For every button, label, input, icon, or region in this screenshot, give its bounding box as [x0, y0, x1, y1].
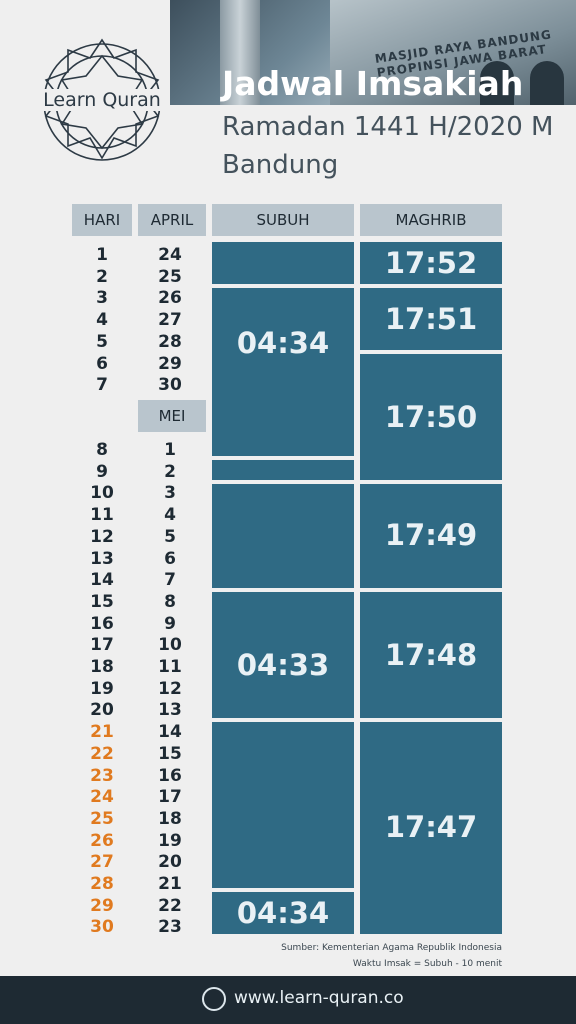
maghrib-block: 17:52: [360, 242, 502, 284]
date-number: 24: [158, 245, 182, 265]
date-number: 17: [158, 787, 182, 808]
hari-number: 10: [90, 483, 114, 504]
subuh-time: 04:34: [236, 896, 330, 930]
hari-number: 13: [90, 548, 114, 569]
date-number: 25: [158, 266, 182, 287]
date-number: 16: [158, 765, 182, 786]
website-link[interactable]: www.learn-quran.co: [234, 988, 404, 1008]
column-header-maghrib: MAGHRIB: [360, 204, 502, 236]
mosque-arch: [530, 61, 564, 105]
hari-number: 18: [90, 657, 114, 677]
hari-number: 12: [90, 526, 114, 547]
maghrib-block: 17:50: [360, 354, 502, 480]
hari-number: 3: [96, 288, 108, 309]
date-number: 4: [164, 505, 176, 526]
hari-number: 1: [96, 245, 108, 265]
date-number: 5: [164, 526, 176, 547]
subuh-block: 04:33: [212, 592, 354, 718]
hari-number: 7: [96, 375, 108, 396]
date-number: 3: [164, 483, 176, 504]
date-number: 29: [158, 353, 182, 374]
date-number: 15: [158, 743, 182, 764]
hari-number: 9: [96, 461, 108, 482]
hari-number: 17: [90, 635, 114, 656]
hari-number: 14: [90, 570, 114, 591]
hari-number: 8: [96, 440, 108, 460]
maghrib-time: 17:47: [384, 810, 478, 844]
subuh-block: 04:34: [212, 892, 354, 934]
maghrib-time: 17:51: [384, 302, 478, 336]
hari-number: 23: [90, 765, 114, 786]
date-number: 2: [164, 461, 176, 482]
subuh-time: 04:33: [236, 648, 330, 682]
maghrib-block: 17:51: [360, 288, 502, 350]
month-label-mei: MEI: [138, 400, 206, 432]
source-note: Sumber: Kementerian Agama Republik Indon…: [281, 940, 502, 972]
date-number: 19: [158, 830, 182, 851]
date-number: 26: [158, 288, 182, 309]
hari-number: 6: [96, 353, 108, 374]
source-text: Sumber: Kementerian Agama Republik Indon…: [281, 943, 502, 953]
hari-number: 27: [90, 852, 114, 873]
hari-number: 16: [90, 613, 114, 634]
hari-number: 11: [90, 505, 114, 526]
maghrib-time: 17:50: [384, 400, 478, 434]
date-number: 28: [158, 331, 182, 352]
date-number: 9: [164, 613, 176, 634]
subuh-block: [212, 484, 354, 588]
page-subtitle: Ramadan 1441 H/2020 M: [222, 112, 554, 142]
hari-number: 25: [90, 808, 114, 829]
subuh-block: 04:34: [212, 288, 354, 456]
hari-number: 30: [90, 917, 114, 938]
hari-number: 26: [90, 830, 114, 851]
date-number: 11: [158, 657, 182, 677]
logo-text: Learn Quran: [36, 89, 168, 111]
hari-number: 5: [96, 331, 108, 352]
maghrib-block: 17:49: [360, 484, 502, 588]
hari-number: 4: [96, 310, 108, 331]
hari-number: 22: [90, 743, 114, 764]
subuh-block: [212, 722, 354, 888]
date-number: 1: [164, 440, 176, 460]
column-header-hari: HARI: [72, 204, 132, 236]
subuh-block: [212, 460, 354, 480]
date-number: 7: [164, 570, 176, 591]
date-number: 22: [158, 895, 182, 916]
globe-icon: [202, 987, 226, 1011]
hari-number: 28: [90, 874, 114, 894]
hari-number: 20: [90, 700, 114, 721]
date-number: 14: [158, 722, 182, 743]
page-title: Jadwal Imsakiah: [222, 64, 524, 103]
hari-number: 24: [90, 787, 114, 808]
date-number: 6: [164, 548, 176, 569]
hari-number: 29: [90, 895, 114, 916]
column-header-april: APRIL: [138, 204, 206, 236]
imsak-note: Waktu Imsak = Subuh - 10 menit: [352, 959, 502, 969]
hari-number: 15: [90, 591, 114, 612]
column-header-subuh: SUBUH: [212, 204, 354, 236]
date-number: 30: [158, 375, 182, 396]
header: MASJID RAYA BANDUNG PROPINSI JAWA BARAT …: [0, 0, 576, 200]
maghrib-time: 17:48: [384, 638, 478, 672]
maghrib-time: 17:52: [384, 246, 478, 280]
date-number: 20: [158, 852, 182, 873]
hari-number: 2: [96, 266, 108, 287]
maghrib-time: 17:49: [384, 518, 478, 552]
date-number: 27: [158, 310, 182, 331]
date-number: 21: [158, 874, 182, 894]
date-number: 18: [158, 808, 182, 829]
maghrib-block: 17:48: [360, 592, 502, 718]
maghrib-block: 17:47: [360, 722, 502, 934]
date-number: 8: [164, 591, 176, 612]
subuh-block: [212, 242, 354, 284]
hari-number: 19: [90, 678, 114, 699]
hari-number: 21: [90, 722, 114, 743]
date-number: 23: [158, 917, 182, 938]
city-name: Bandung: [222, 150, 339, 180]
subuh-time: 04:34: [236, 326, 330, 360]
date-number: 13: [158, 700, 182, 721]
date-number: 12: [158, 678, 182, 699]
date-number: 10: [158, 635, 182, 656]
